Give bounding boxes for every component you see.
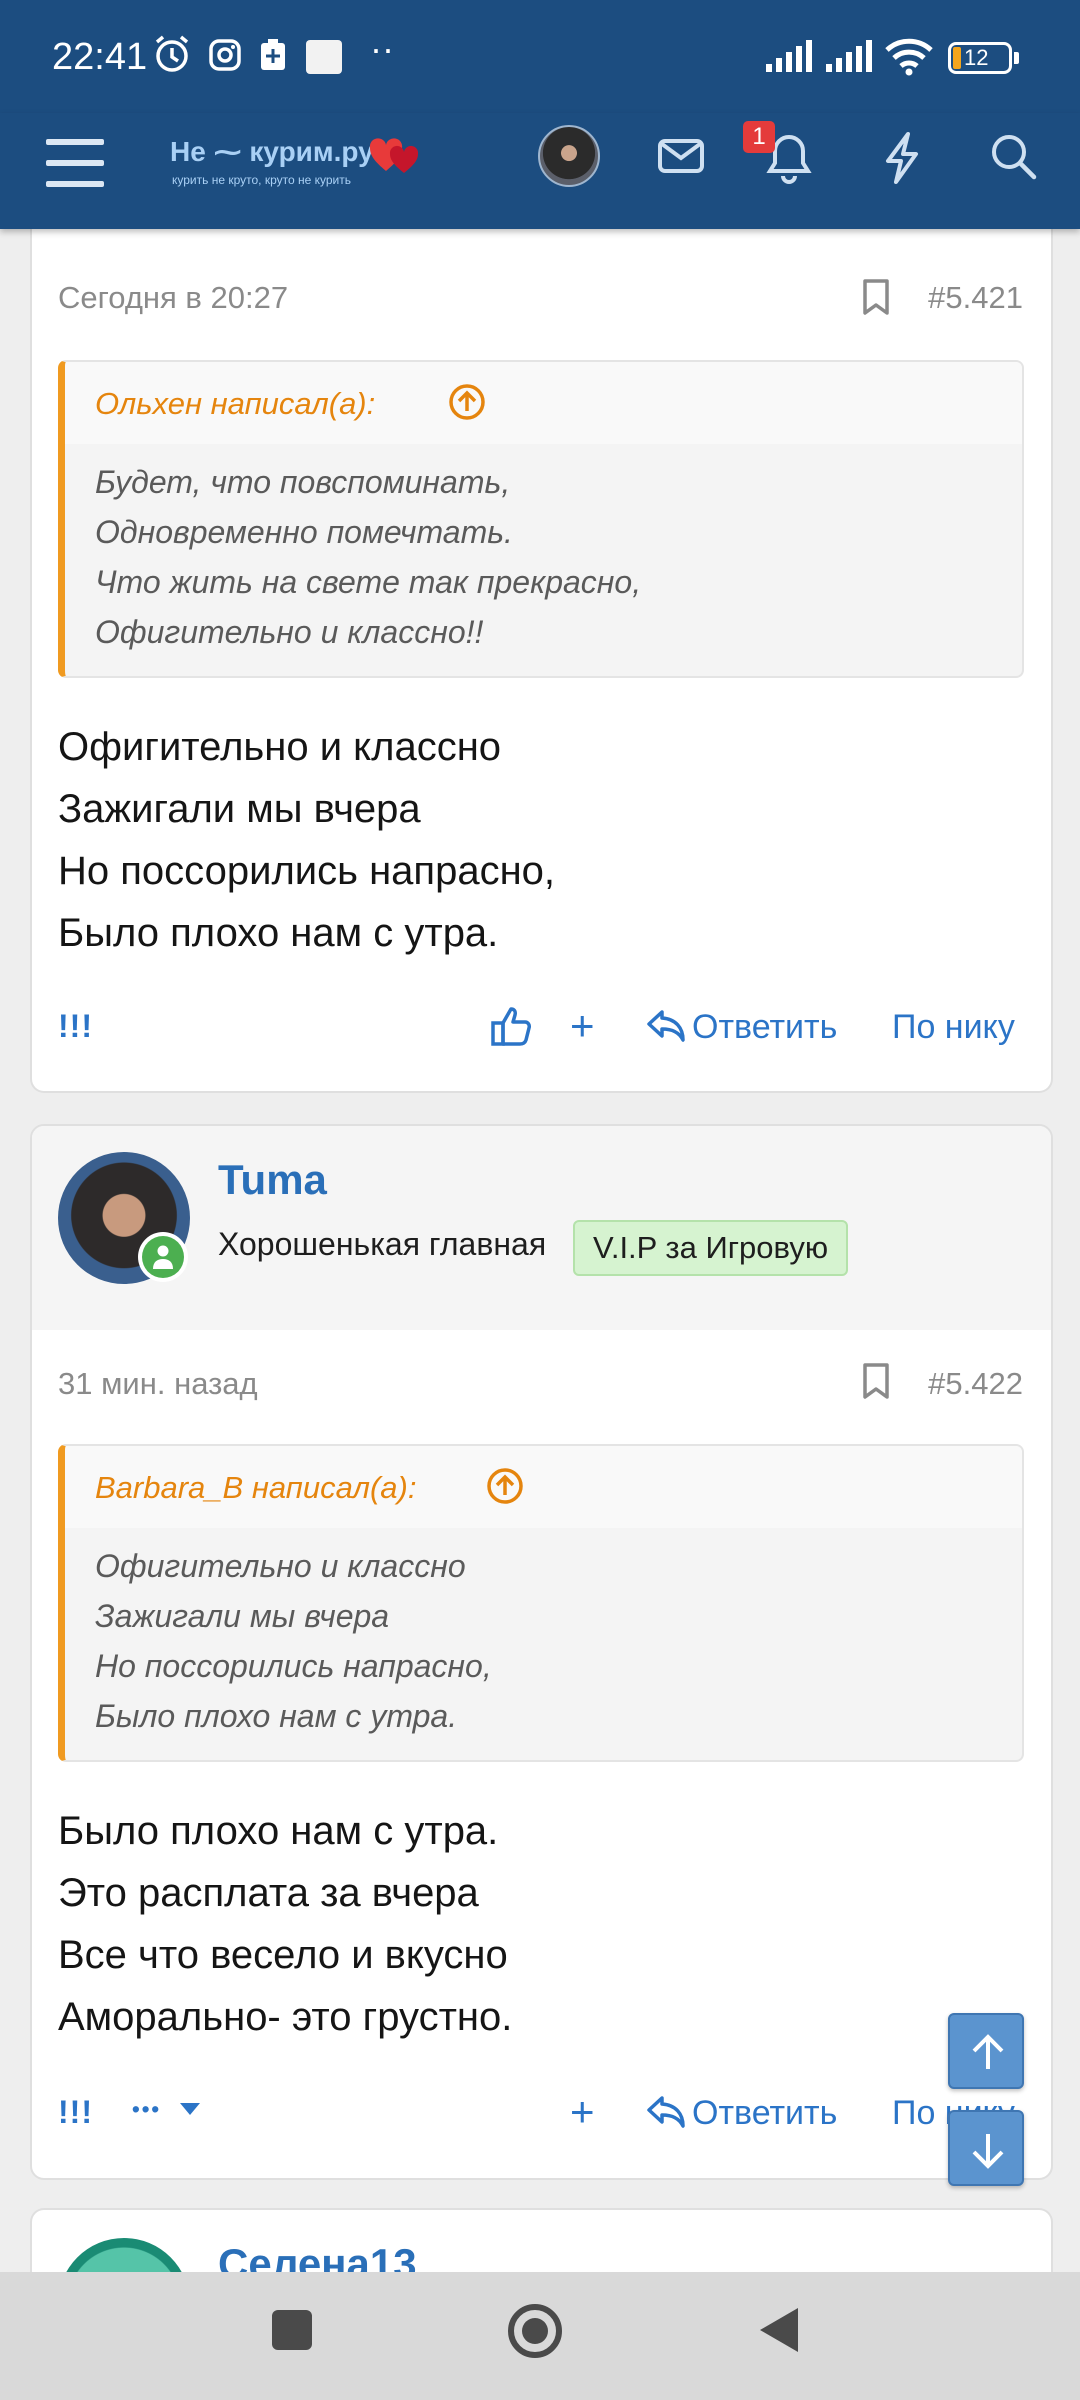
- lightning-icon[interactable]: [880, 131, 924, 185]
- quote-line: Офигительно и классно!!: [95, 614, 484, 650]
- post-date[interactable]: 31 мин. назад: [58, 1366, 258, 1402]
- message-line: Аморально- это грустно.: [58, 1995, 513, 2039]
- report-link[interactable]: !!!: [58, 2094, 93, 2131]
- reply-icon[interactable]: [646, 1008, 686, 1044]
- post-actions: !!! ••• + Ответить По нику: [32, 2086, 1051, 2146]
- quote-line: Зажигали мы вчера: [95, 1598, 390, 1634]
- post-date[interactable]: Сегодня в 20:27: [58, 280, 288, 316]
- quote-header: Barbara_B написал(а):: [65, 1446, 1022, 1528]
- quote-block: Ольхен написал(а): Будет, что повспомина…: [58, 360, 1024, 678]
- quote-line: Одновременно помечтать.: [95, 514, 513, 550]
- status-time: 22:41: [52, 36, 148, 78]
- message-line: Но поссорились напрасно,: [58, 849, 556, 893]
- author-name[interactable]: Tuma: [218, 1156, 327, 1204]
- report-link[interactable]: !!!: [58, 1008, 93, 1045]
- bookmark-icon[interactable]: [861, 278, 891, 316]
- scroll-top-button[interactable]: [948, 2013, 1024, 2089]
- site-logo[interactable]: Не ⁓ курим.ру курить не круто, круто не …: [170, 135, 430, 195]
- reply-button[interactable]: Ответить: [692, 2094, 837, 2133]
- reply-icon[interactable]: [646, 2094, 686, 2130]
- more-notifications-icon: ··: [370, 28, 394, 69]
- post-number[interactable]: #5.422: [928, 1366, 1023, 1402]
- more-dots: •••: [132, 2096, 162, 2122]
- system-nav-bar: [0, 2272, 1080, 2400]
- quote-line: Будет, что повспоминать,: [95, 464, 511, 500]
- wifi-icon: [885, 38, 933, 76]
- arrow-up-circle-icon[interactable]: [485, 1466, 525, 1506]
- hearts-icon: [369, 138, 419, 173]
- user-icon: [153, 1245, 173, 1269]
- like-icon[interactable]: [490, 1004, 534, 1048]
- recents-icon[interactable]: [270, 2308, 314, 2352]
- message-line: Было плохо нам с утра.: [58, 1809, 499, 1853]
- message-line: Было плохо нам с утра.: [58, 911, 499, 955]
- bookmark-icon[interactable]: [861, 1362, 891, 1400]
- arrow-up-circle-icon[interactable]: [447, 382, 487, 422]
- message-line: Зажигали мы вчера: [58, 787, 421, 831]
- arrow-up-icon: [972, 2034, 1004, 2069]
- quote-header: Ольхен написал(а):: [65, 362, 1022, 444]
- battery-icon: 12: [948, 42, 1019, 74]
- app-notification-icon: [306, 40, 342, 74]
- signal-icon-2: [826, 40, 872, 72]
- quote-line: Офигительно и классно: [95, 1548, 466, 1584]
- post-actions: !!! + Ответить По нику: [32, 1000, 1051, 1060]
- mail-icon[interactable]: [656, 131, 706, 181]
- quote-line: Но поссорились напрасно,: [95, 1648, 492, 1684]
- message-line: Это расплата за вчера: [58, 1871, 479, 1915]
- by-nick-button[interactable]: По нику: [892, 1008, 1015, 1047]
- home-icon[interactable]: [506, 2302, 564, 2360]
- quote-line: Что жить на свете так прекрасно,: [95, 564, 642, 600]
- caret-down-icon: [180, 2103, 201, 2116]
- multiquote-button[interactable]: +: [570, 2088, 595, 2136]
- site-header: Не ⁓ курим.ру курить не круто, круто не …: [0, 113, 1080, 229]
- quote-line: Было плохо нам с утра.: [95, 1698, 458, 1734]
- back-icon[interactable]: [756, 2304, 802, 2356]
- status-bar: 22:41 ·· 12: [0, 0, 1080, 113]
- reply-button[interactable]: Ответить: [692, 1008, 837, 1047]
- user-avatar[interactable]: [538, 125, 600, 187]
- post: Tuma Хорошенькая главная V.I.P за Игрову…: [30, 1124, 1053, 2180]
- more-actions-button[interactable]: •••: [132, 2086, 201, 2128]
- user-banner: V.I.P за Игровую: [573, 1220, 849, 1276]
- arrow-down-icon: [972, 2134, 1004, 2169]
- scroll-bottom-button[interactable]: [948, 2110, 1024, 2186]
- quote-author[interactable]: Barbara_B написал(а):: [95, 1470, 416, 1506]
- menu-icon[interactable]: [44, 133, 106, 195]
- logo-slogan: курить не круто, круто не курить: [172, 173, 352, 187]
- quote-block: Barbara_B написал(а): Офигительно и клас…: [58, 1444, 1024, 1762]
- post: Сегодня в 20:27 #5.421 Ольхен написал(а)…: [30, 200, 1053, 1093]
- multiquote-button[interactable]: +: [570, 1002, 595, 1050]
- quote-author[interactable]: Ольхен написал(а):: [95, 386, 375, 422]
- post-user-bar: Tuma Хорошенькая главная V.I.P за Игрову…: [32, 1126, 1051, 1330]
- user-title: Хорошенькая главная: [218, 1226, 547, 1262]
- online-indicator: [138, 1232, 188, 1282]
- signal-icon-1: [766, 40, 812, 72]
- notifications-badge: 1: [743, 121, 775, 153]
- message-line: Все что весело и вкусно: [58, 1933, 508, 1977]
- post-number[interactable]: #5.421: [928, 280, 1023, 316]
- instagram-icon: [209, 39, 241, 71]
- logo-text: Не ⁓ курим.ру: [170, 136, 374, 167]
- alarm-icon: [155, 35, 189, 72]
- battery-saver-icon: [261, 39, 285, 70]
- message-line: Офигительно и классно: [58, 725, 502, 769]
- battery-level: 12: [964, 45, 989, 70]
- search-icon[interactable]: [988, 131, 1038, 181]
